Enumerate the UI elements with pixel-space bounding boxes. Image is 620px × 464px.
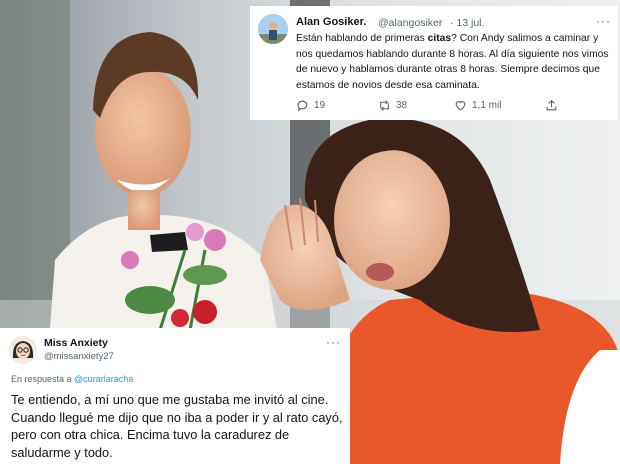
tweet-text-start: Están hablando de primeras <box>296 33 428 44</box>
avatar[interactable] <box>9 336 37 364</box>
tweet-card-top[interactable]: Alan Gosiker. @alangosiker · 13 jul. ···… <box>250 6 618 120</box>
more-options-icon[interactable]: ··· <box>596 14 611 28</box>
author-name[interactable]: Alan Gosiker. <box>296 16 366 28</box>
avatar-cartoon-icon <box>9 336 37 364</box>
retweet-icon <box>380 100 389 111</box>
avatar-photo-icon <box>258 14 288 44</box>
reply-to-link[interactable]: @curarlaracha <box>74 374 133 384</box>
author-name[interactable]: Miss Anxiety <box>44 337 108 349</box>
tweet-card-bottom[interactable]: Miss Anxiety @missanxiety27 ··· En respu… <box>0 328 350 464</box>
retweet-button[interactable]: 38 <box>378 99 407 112</box>
reply-prefix: En respuesta a <box>11 374 75 384</box>
reply-count: 19 <box>314 100 326 111</box>
author-handle[interactable]: @alangosiker <box>378 17 442 29</box>
tweet-text: Están hablando de primeras citas? Con An… <box>296 31 616 93</box>
author-handle[interactable]: @missanxiety27 <box>44 351 114 362</box>
more-options-icon[interactable]: ··· <box>326 335 341 349</box>
like-button[interactable]: 1,1 mil <box>454 99 501 112</box>
tweet-date[interactable]: · 13 jul. <box>450 17 484 29</box>
reply-context: En respuesta a @curarlaracha <box>11 374 133 384</box>
reply-button[interactable]: 19 <box>296 99 325 112</box>
share-icon <box>546 99 557 111</box>
share-button[interactable] <box>545 99 558 112</box>
like-count: 1,1 mil <box>472 100 502 111</box>
tweet-text-bold: citas <box>427 33 452 44</box>
avatar[interactable] <box>258 14 288 44</box>
heart-icon <box>455 101 466 111</box>
retweet-count: 38 <box>396 100 408 111</box>
reply-icon <box>297 100 308 112</box>
tweet-text: Te entiendo, a mí uno que me gustaba me … <box>11 392 343 460</box>
